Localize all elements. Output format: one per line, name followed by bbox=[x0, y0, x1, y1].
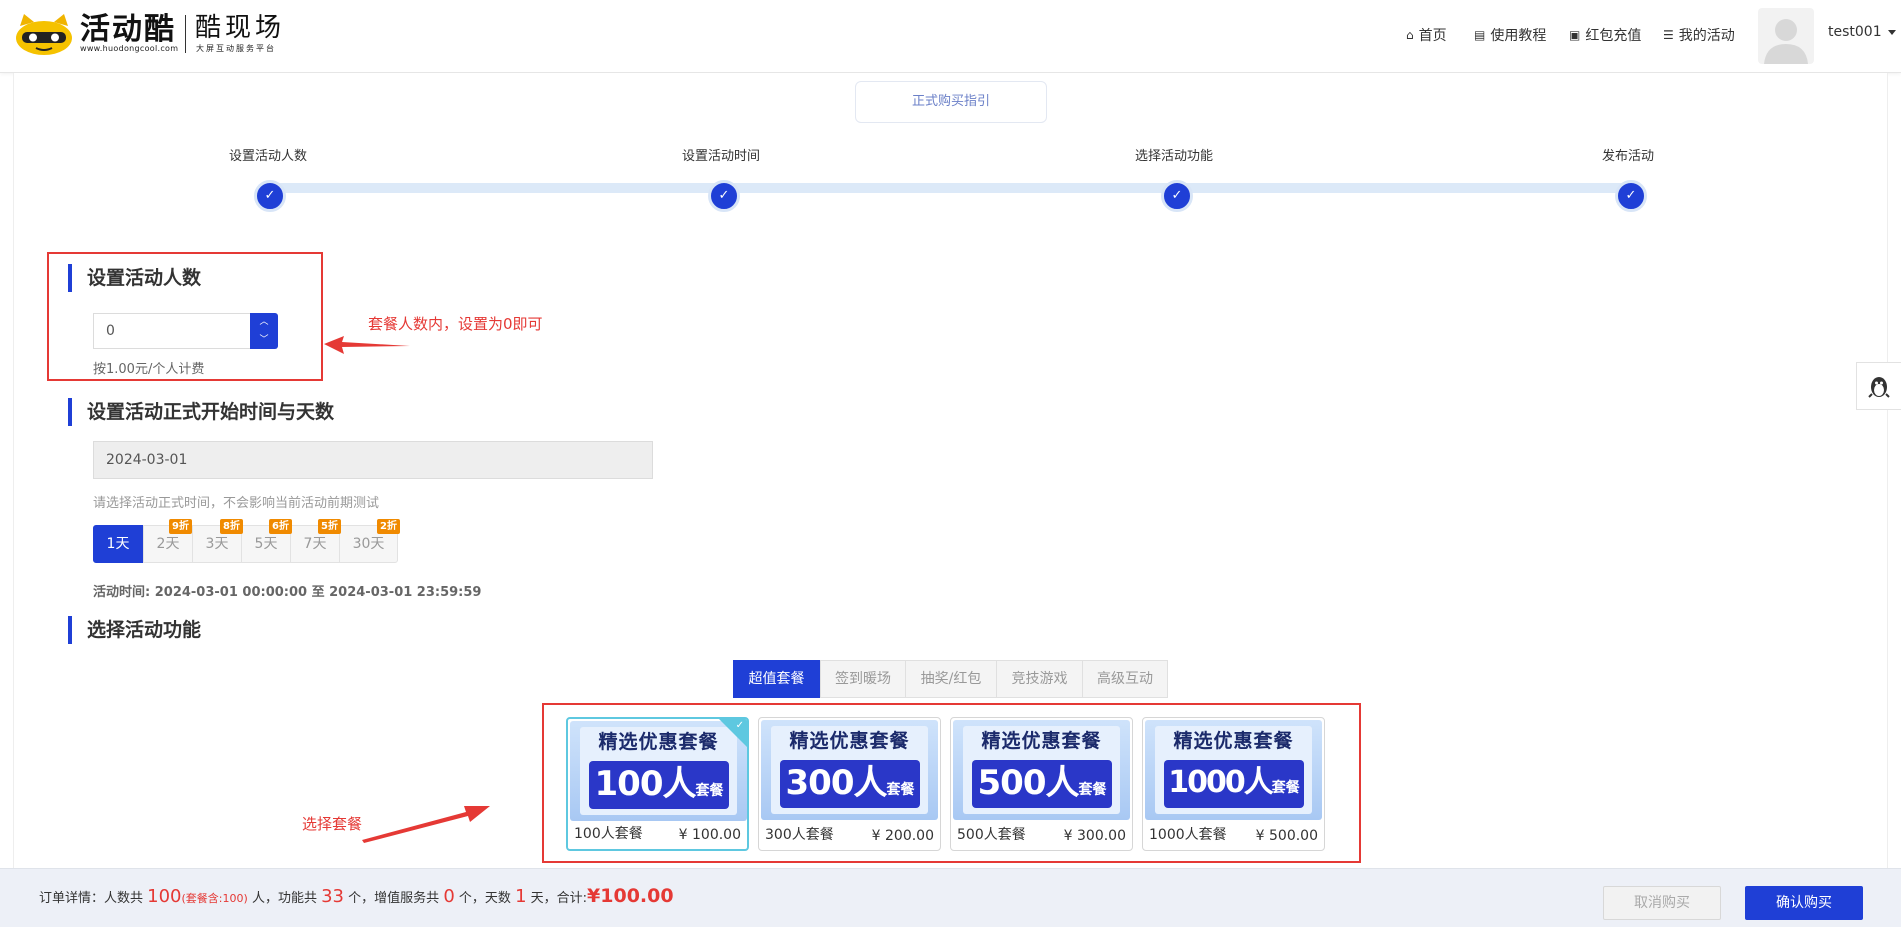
package-price: ¥ 100.00 bbox=[678, 827, 741, 843]
nav-my-activities[interactable]: ☰ 我的活动 bbox=[1663, 25, 1735, 45]
package-banner: 精选优惠套餐 300人套餐 bbox=[761, 720, 938, 820]
step-check-icon: ✓ bbox=[1161, 180, 1193, 212]
annotation-arrow-icon bbox=[362, 806, 490, 843]
nav-my-activities-label: 我的活动 bbox=[1678, 28, 1735, 44]
package-name: 500人套餐 bbox=[957, 827, 1026, 843]
discount-badge: 8折 bbox=[220, 519, 243, 534]
wallet-icon: ▣ bbox=[1569, 28, 1581, 42]
package-card-100[interactable]: 精选优惠套餐 100人套餐 100人套餐 ¥ 100.00 ✓ bbox=[566, 717, 749, 851]
package-people-note: (套餐含:100) bbox=[181, 892, 248, 905]
username: test001 bbox=[1828, 24, 1882, 40]
people-rate-hint: 按1.00元/个人计费 bbox=[93, 362, 205, 377]
home-icon: ⌂ bbox=[1406, 28, 1414, 42]
people-count-input[interactable]: 0 bbox=[93, 313, 251, 349]
chevron-down-icon[interactable]: ﹀ bbox=[250, 331, 278, 349]
people-stepper[interactable]: ︿ ﹀ bbox=[250, 313, 278, 349]
service-total: 0 bbox=[443, 886, 455, 907]
annotation-people: 套餐人数内，设置为0即可 bbox=[368, 315, 543, 333]
package-price: ¥ 300.00 bbox=[1063, 828, 1126, 844]
order-summary: 订单详情：人数共 100(套餐含:100) 人，功能共 33 个，增值服务共 0… bbox=[39, 885, 674, 907]
tab-value-package[interactable]: 超值套餐 bbox=[733, 660, 820, 698]
step-progress-line bbox=[270, 183, 1632, 193]
step-check-icon: ✓ bbox=[1615, 180, 1647, 212]
package-card-300[interactable]: 精选优惠套餐 300人套餐 300人套餐 ¥ 200.00 bbox=[758, 717, 941, 851]
nav-recharge[interactable]: ▣ 红包充值 bbox=[1569, 25, 1641, 45]
people-total: 100 bbox=[147, 886, 182, 907]
purchase-guide-button[interactable]: 正式购买指引 bbox=[855, 81, 1047, 123]
package-name: 1000人套餐 bbox=[1149, 827, 1227, 843]
package-card-1000[interactable]: 精选优惠套餐 1000人套餐 1000人套餐 ¥ 500.00 bbox=[1142, 717, 1325, 851]
chevron-up-icon[interactable]: ︿ bbox=[250, 313, 278, 331]
nav-recharge-label: 红包充值 bbox=[1585, 28, 1642, 44]
step-check-icon: ✓ bbox=[254, 180, 286, 212]
brand-name: 酷现场 bbox=[195, 13, 286, 43]
qq-penguin-icon bbox=[1868, 377, 1890, 398]
tab-advanced[interactable]: 高级互动 bbox=[1082, 660, 1168, 698]
caret-down-icon bbox=[1887, 29, 1896, 35]
nav-tutorial[interactable]: ▤ 使用教程 bbox=[1474, 25, 1546, 45]
discount-badge: 9折 bbox=[169, 519, 192, 534]
tab-games[interactable]: 竞技游戏 bbox=[996, 660, 1083, 698]
avatar[interactable] bbox=[1758, 8, 1814, 64]
package-banner-title: 精选优惠套餐 bbox=[981, 730, 1102, 752]
start-date-input[interactable]: 2024-03-01 bbox=[93, 441, 653, 479]
cancel-purchase-button[interactable]: 取消购买 bbox=[1603, 886, 1721, 920]
package-name: 300人套餐 bbox=[765, 827, 834, 843]
confirm-purchase-button[interactable]: 确认购买 bbox=[1745, 886, 1863, 920]
package-card-500[interactable]: 精选优惠套餐 500人套餐 500人套餐 ¥ 300.00 bbox=[950, 717, 1133, 851]
step-label-3: 选择活动功能 bbox=[1135, 149, 1214, 164]
step-label-4: 发布活动 bbox=[1602, 149, 1655, 164]
user-menu[interactable]: test001 bbox=[1828, 24, 1896, 40]
package-banner: 精选优惠套餐 500人套餐 bbox=[953, 720, 1130, 820]
package-banner: 精选优惠套餐 1000人套餐 bbox=[1145, 720, 1322, 820]
package-name: 100人套餐 bbox=[574, 826, 643, 842]
function-total: 33 bbox=[321, 886, 345, 907]
annotation-packages: 选择套餐 bbox=[302, 815, 363, 833]
tab-checkin[interactable]: 签到暖场 bbox=[820, 660, 906, 698]
document-icon: ▤ bbox=[1474, 28, 1486, 42]
mascot-logo-icon[interactable] bbox=[14, 12, 74, 56]
nav-tutorial-label: 使用教程 bbox=[1490, 28, 1547, 44]
discount-badge: 6折 bbox=[269, 519, 292, 534]
time-hint: 请选择活动正式时间，不会影响当前活动前期测试 bbox=[93, 496, 380, 511]
package-banner-ticket: 500人套餐 bbox=[972, 760, 1112, 808]
check-icon: ✓ bbox=[735, 720, 744, 731]
package-banner-ticket: 1000人套餐 bbox=[1164, 760, 1304, 808]
logo-text[interactable]: 活动酷 bbox=[80, 13, 176, 47]
day-chip-1[interactable]: 1天 bbox=[93, 525, 143, 563]
section-title-functions: 选择活动功能 bbox=[68, 616, 201, 644]
logo-url: www.huodongcool.com bbox=[80, 44, 179, 53]
nav-home-label: 首页 bbox=[1418, 28, 1447, 44]
package-banner-ticket: 100人套餐 bbox=[589, 761, 729, 809]
tab-lottery[interactable]: 抽奖/红包 bbox=[905, 660, 997, 698]
order-total: ¥100.00 bbox=[587, 885, 674, 907]
package-price: ¥ 500.00 bbox=[1255, 828, 1318, 844]
step-label-1: 设置活动人数 bbox=[229, 149, 308, 164]
package-banner-title: 精选优惠套餐 bbox=[789, 730, 910, 752]
package-price: ¥ 200.00 bbox=[871, 828, 934, 844]
activity-time-range: 活动时间: 2024-03-01 00:00:00 至 2024-03-01 2… bbox=[93, 585, 482, 600]
discount-badge: 2折 bbox=[377, 519, 400, 534]
package-banner-title: 精选优惠套餐 bbox=[1173, 730, 1294, 752]
step-label-2: 设置活动时间 bbox=[682, 149, 761, 164]
nav-home[interactable]: ⌂ 首页 bbox=[1406, 25, 1447, 45]
customer-service-float[interactable] bbox=[1856, 362, 1901, 410]
discount-badge: 5折 bbox=[318, 519, 341, 534]
logo-divider bbox=[185, 15, 186, 53]
order-footer: 订单详情：人数共 100(套餐含:100) 人，功能共 33 个，增值服务共 0… bbox=[0, 868, 1901, 927]
list-icon: ☰ bbox=[1663, 28, 1674, 42]
section-title-people: 设置活动人数 bbox=[68, 264, 201, 292]
days-total: 1 bbox=[515, 886, 527, 907]
user-silhouette-icon bbox=[1764, 19, 1808, 64]
brand-slogan: 大屏互动服务平台 bbox=[196, 44, 276, 53]
step-check-icon: ✓ bbox=[708, 180, 740, 212]
section-title-time: 设置活动正式开始时间与天数 bbox=[68, 398, 334, 426]
top-header: 活动酷 www.huodongcool.com 酷现场 大屏互动服务平台 ⌂ 首… bbox=[0, 0, 1901, 73]
package-banner-ticket: 300人套餐 bbox=[780, 760, 920, 808]
